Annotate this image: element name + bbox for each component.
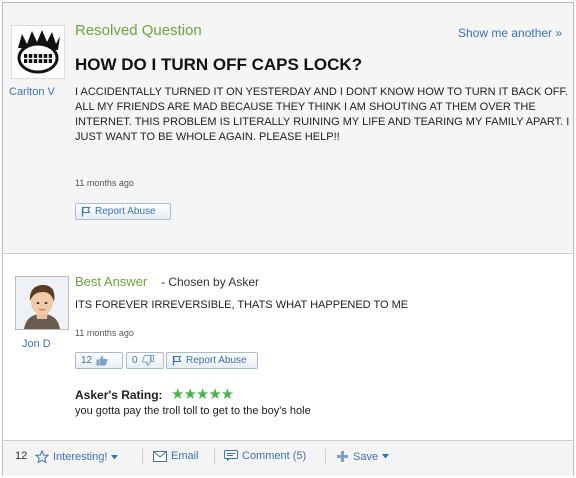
comment-button[interactable]: Comment (5) bbox=[224, 450, 306, 462]
footer-divider bbox=[142, 449, 143, 465]
answerer-name[interactable]: Jon D bbox=[22, 338, 51, 350]
comment-label: Comment (5) bbox=[242, 450, 307, 462]
resolved-status: Resolved Question bbox=[75, 22, 202, 39]
interesting-label: Interesting! bbox=[53, 451, 108, 463]
flag-icon bbox=[81, 207, 91, 217]
person-avatar-icon bbox=[16, 277, 68, 329]
email-button[interactable]: Email bbox=[153, 450, 199, 462]
question-body: I ACCIDENTALLY TURNED IT ON YESTERDAY AN… bbox=[75, 86, 570, 143]
thumbs-down-count: 0 bbox=[132, 355, 138, 366]
asker-name[interactable]: Carlton V bbox=[9, 86, 55, 98]
answer-report-abuse-label: Report Abuse bbox=[186, 355, 247, 366]
interesting-count: 12 bbox=[15, 450, 27, 462]
answerer-avatar[interactable] bbox=[15, 276, 69, 330]
asker-rating-label: Asker's Rating: bbox=[75, 388, 163, 402]
thumbs-down-icon bbox=[141, 355, 154, 366]
rating-stars: ★★★★★ bbox=[171, 386, 234, 403]
save-label: Save bbox=[353, 450, 379, 463]
chosen-by-asker: - Chosen by Asker bbox=[161, 275, 260, 289]
plus-icon bbox=[337, 451, 348, 462]
answer-body: ITS FOREVER IRREVERSIBLE, THATS WHAT HAP… bbox=[75, 299, 409, 311]
question-title: HOW DO I TURN OFF CAPS LOCK? bbox=[75, 55, 363, 74]
question-section: Carlton V Resolved Question Show me anot… bbox=[3, 3, 573, 254]
answer-report-abuse-button[interactable]: Report Abuse bbox=[166, 352, 258, 369]
question-time: 11 months ago bbox=[75, 178, 134, 188]
best-answer-label: Best Answer bbox=[75, 274, 148, 289]
email-label: Email bbox=[171, 450, 199, 462]
save-button[interactable]: Save bbox=[336, 450, 390, 463]
envelope-icon bbox=[153, 450, 167, 462]
chevron-down-icon bbox=[111, 454, 119, 459]
flag-icon bbox=[172, 356, 182, 366]
footer-divider bbox=[214, 449, 215, 465]
interesting-button[interactable]: Interesting! bbox=[35, 450, 119, 464]
thumbs-down-button[interactable]: 0 bbox=[126, 352, 164, 369]
thumbs-up-count: 12 bbox=[81, 355, 93, 366]
star-icon bbox=[35, 450, 49, 464]
thumbs-up-icon bbox=[96, 355, 108, 366]
comment-bubble-icon bbox=[224, 450, 238, 462]
thumbs-up-button[interactable]: 12 bbox=[75, 352, 123, 369]
report-abuse-label: Report Abuse bbox=[95, 206, 156, 217]
answer-section: Jon D Best Answer - Chosen by Asker ITS … bbox=[3, 254, 573, 440]
report-abuse-button[interactable]: Report Abuse bbox=[75, 203, 171, 220]
chevron-down-icon bbox=[382, 454, 390, 459]
asker-avatar[interactable] bbox=[11, 25, 65, 79]
answer-time: 11 months ago bbox=[75, 328, 134, 338]
interesting-count-value: 12 bbox=[15, 450, 28, 462]
show-another-link[interactable]: Show me another » bbox=[458, 26, 562, 40]
ween-logo-icon bbox=[17, 30, 60, 74]
footer-divider bbox=[325, 449, 326, 465]
question-footer-toolbar: 12 Interesting! Email Comment (5) Save bbox=[3, 440, 573, 476]
qa-page: Carlton V Resolved Question Show me anot… bbox=[2, 2, 574, 476]
rating-comment: you gotta pay the troll toll to get to t… bbox=[75, 405, 311, 417]
